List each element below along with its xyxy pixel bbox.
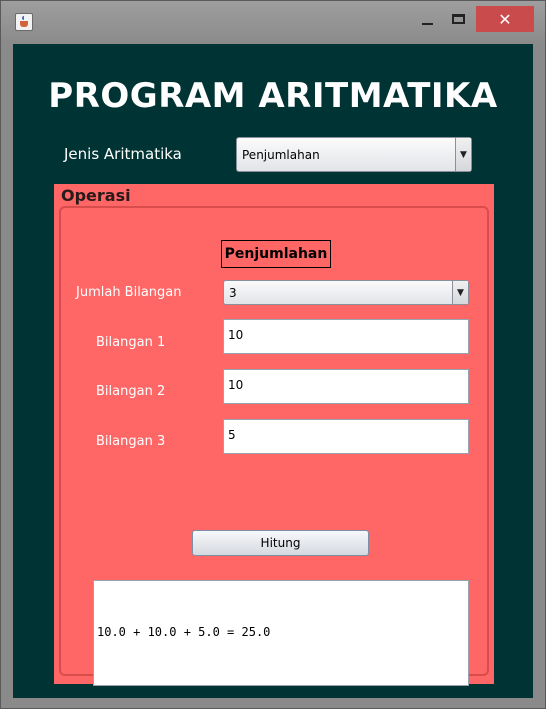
jumlah-bilangan-label: Jumlah Bilangan [76, 285, 182, 300]
main-content: PROGRAM ARITMATIKA Jenis Aritmatika Penj… [13, 44, 533, 698]
bilangan-3-label: Bilangan 3 [96, 434, 166, 449]
operasi-title: Operasi [61, 186, 131, 205]
bilangan-2-input[interactable]: 10 [223, 369, 469, 404]
minimize-icon [421, 23, 433, 25]
bilangan-2-label: Bilangan 2 [96, 384, 166, 399]
hitung-button[interactable]: Hitung [192, 530, 369, 556]
minimize-button[interactable] [413, 7, 441, 31]
jumlah-bilangan-select[interactable]: 3 ▼ [223, 280, 469, 305]
maximize-icon [451, 14, 465, 24]
result-text: 10.0 + 10.0 + 5.0 = 25.0 [97, 625, 271, 639]
title-bar[interactable]: ✕ [1, 1, 545, 41]
jenis-aritmatika-value: Penjumlahan [242, 147, 320, 162]
jenis-aritmatika-label: Jenis Aritmatika [64, 145, 182, 163]
operasi-panel: Operasi Penjumlahan Jumlah Bilangan 3 ▼ … [54, 184, 494, 686]
chevron-down-icon[interactable]: ▼ [455, 138, 471, 171]
chevron-down-icon[interactable]: ▼ [452, 281, 468, 304]
close-button[interactable]: ✕ [476, 6, 534, 32]
result-textarea[interactable]: 10.0 + 10.0 + 5.0 = 25.0 [93, 580, 469, 686]
jenis-aritmatika-select[interactable]: Penjumlahan ▼ [236, 137, 472, 172]
app-window: ✕ PROGRAM ARITMATIKA Jenis Aritmatika Pe… [0, 0, 546, 709]
bilangan-1-label: Bilangan 1 [96, 335, 166, 350]
page-title: PROGRAM ARITMATIKA [48, 76, 498, 116]
bilangan-3-input[interactable]: 5 [223, 419, 469, 454]
bilangan-1-input[interactable]: 10 [223, 319, 469, 354]
jumlah-bilangan-value: 3 [229, 285, 237, 300]
operasi-inner-panel: Penjumlahan Jumlah Bilangan 3 ▼ Bilangan… [59, 206, 489, 686]
operation-subtitle: Penjumlahan [221, 240, 331, 268]
maximize-button[interactable] [444, 7, 472, 31]
java-cup-icon [15, 13, 33, 31]
